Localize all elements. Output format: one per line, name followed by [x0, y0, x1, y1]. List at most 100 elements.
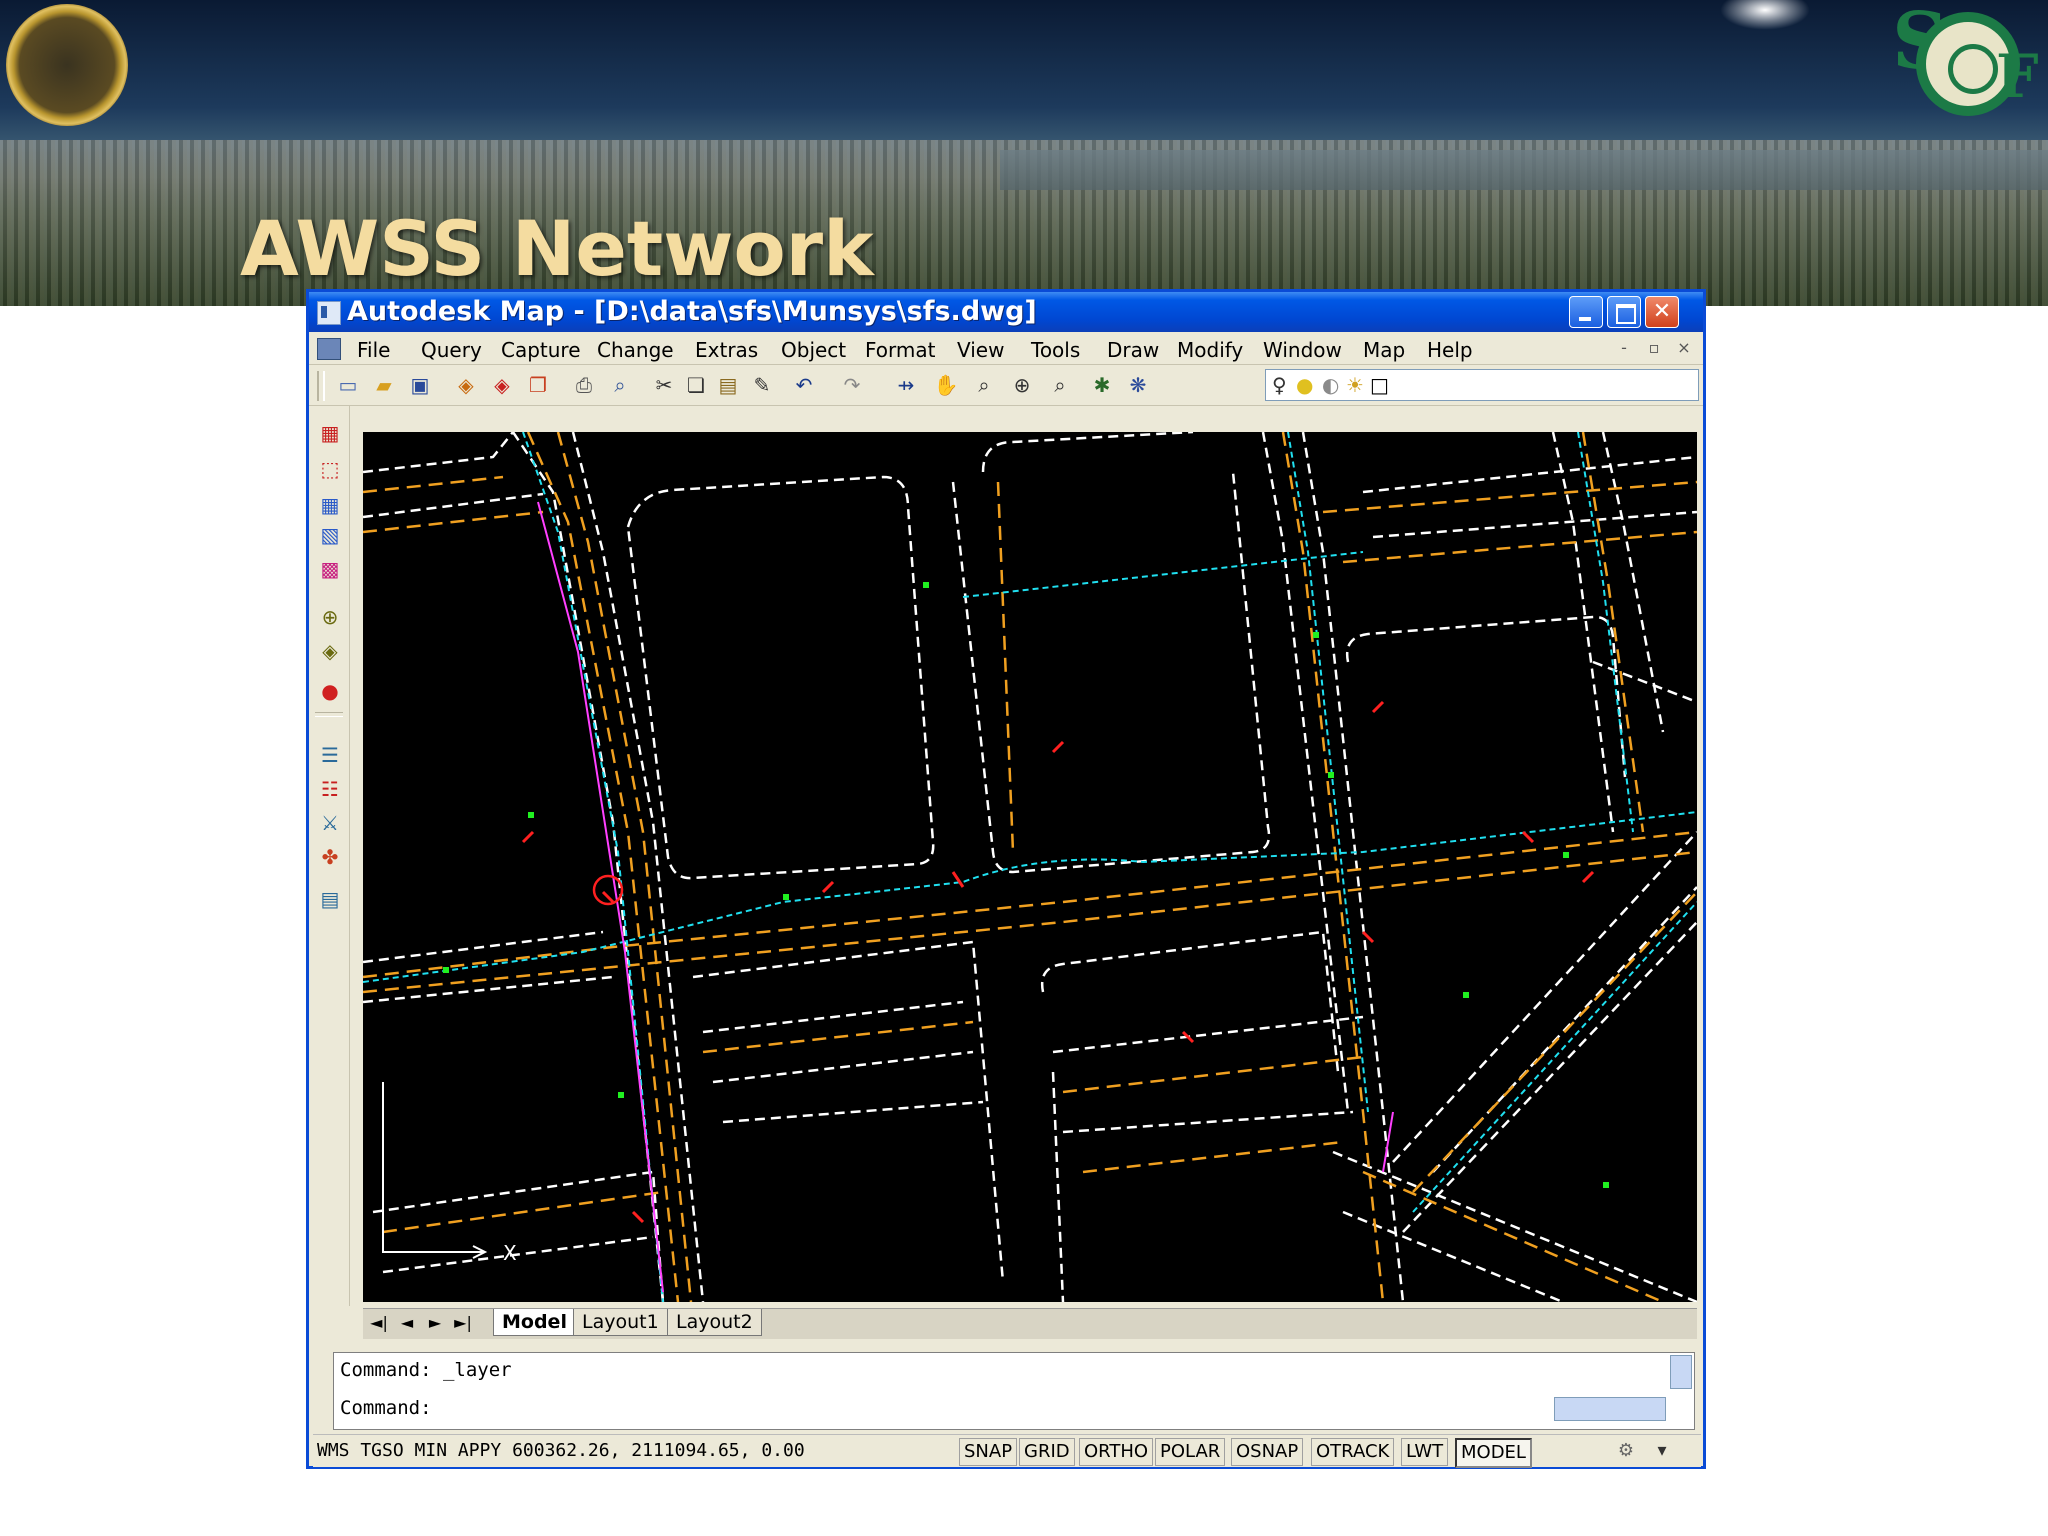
zoom-realtime-icon[interactable]: ✋ [933, 372, 959, 398]
properties-icon[interactable]: ✱ [1089, 372, 1115, 398]
redo-icon[interactable]: ↷ [839, 372, 865, 398]
select-icon[interactable]: ⬚ [317, 456, 343, 482]
tab-prev-button[interactable]: ◄ [395, 1311, 419, 1335]
menu-format[interactable]: Format [865, 338, 935, 362]
menu-capture[interactable]: Capture [501, 338, 581, 362]
sfpuc-seal-logo: S F [1892, 0, 2046, 128]
toolbar-grip[interactable] [317, 371, 325, 401]
minimize-icon [1579, 317, 1591, 321]
find-icon[interactable]: ⌕ [607, 372, 633, 398]
attach-icon[interactable]: ▧ [317, 522, 343, 548]
export-icon[interactable]: ▤ [317, 886, 343, 912]
document-icon[interactable] [317, 338, 341, 360]
status-bar: WMS TGSO MIN APPY 600362.26, 2111094.65,… [313, 1434, 1701, 1468]
grid-toggle[interactable]: GRID [1019, 1438, 1075, 1466]
slide-title: AWSS Network [240, 204, 874, 293]
lwt-toggle[interactable]: LWT [1401, 1438, 1449, 1466]
polar-toggle[interactable]: POLAR [1155, 1438, 1226, 1466]
title-bar[interactable]: Autodesk Map - [D:\data\sfs\Munsys\sfs.d… [309, 292, 1703, 332]
copy-icon[interactable]: ❏ [683, 372, 709, 398]
ucs-x-label: X [503, 1241, 517, 1265]
command-scrollbar[interactable] [1670, 1355, 1692, 1389]
osnap-toggle[interactable]: OSNAP [1231, 1438, 1304, 1466]
tab-layout2[interactable]: Layout2 [667, 1309, 762, 1336]
layer-freeze-icon: ● [1296, 373, 1314, 397]
menu-query[interactable]: Query [421, 338, 482, 362]
command-history-line: Command: _layer [340, 1359, 512, 1381]
menu-window[interactable]: Window [1263, 338, 1342, 362]
command-prompt[interactable]: Command: [340, 1397, 432, 1419]
zoom-extents-icon[interactable]: ⌕ [1047, 372, 1073, 398]
menu-object[interactable]: Object [781, 338, 846, 362]
menu-tools[interactable]: Tools [1031, 338, 1080, 362]
table-icon[interactable]: ☰ [317, 742, 343, 768]
status-menu-arrow-icon[interactable]: ▾ [1649, 1439, 1675, 1463]
print-icon[interactable]: ⎙ [571, 372, 597, 398]
menu-file[interactable]: File [357, 338, 390, 362]
layer-lock-icon: ◐ [1322, 373, 1340, 397]
menu-extras[interactable]: Extras [695, 338, 758, 362]
model-toggle[interactable]: MODEL [1455, 1438, 1532, 1468]
drawing-canvas[interactable]: X [363, 432, 1697, 1302]
tab-first-button[interactable]: ◄| [367, 1311, 391, 1335]
otrack-toggle[interactable]: OTRACK [1311, 1438, 1395, 1466]
map-icon[interactable]: ⚔ [317, 810, 343, 836]
map-drawing: X [363, 432, 1697, 1302]
tab-next-button[interactable]: ► [423, 1311, 447, 1335]
map-toolbar: ▦ ⬚ ▦ ▧ ▩ ⊕ ◈ ● ☰ ☷ ⚔ ✤ ▤ [309, 406, 350, 1306]
pan-icon[interactable]: ⇸ [893, 372, 919, 398]
toolbar-separator [315, 712, 343, 717]
menu-modify[interactable]: Modify [1177, 338, 1243, 362]
publish-icon[interactable]: ❐ [525, 372, 551, 398]
undo-icon[interactable]: ↶ [791, 372, 817, 398]
app-icon[interactable] [317, 301, 341, 325]
menu-draw[interactable]: Draw [1107, 338, 1159, 362]
zoom-previous-icon[interactable]: ⊕ [1009, 372, 1035, 398]
menu-map[interactable]: Map [1363, 338, 1405, 362]
save-icon[interactable]: ▣ [407, 372, 433, 398]
snap-toggle[interactable]: SNAP [959, 1438, 1018, 1466]
zoom-window-icon[interactable]: ⌕ [971, 372, 997, 398]
standard-toolbar: ▭ ▰ ▣ ◈ ◈ ❐ ⎙ ⌕ ✂ ❏ ▤ ✎ ↶ ↷ ⇸ ✋ ⌕ ⊕ ⌕ ✱ … [309, 365, 1703, 406]
window-title: Autodesk Map - [D:\data\sfs\Munsys\sfs.d… [347, 296, 1037, 327]
doc-restore-button[interactable]: ▫ [1643, 337, 1665, 359]
menu-view[interactable]: View [957, 338, 1004, 362]
plot-icon[interactable]: ◈ [453, 372, 479, 398]
communication-center-icon[interactable]: ⚙ [1613, 1439, 1639, 1463]
query-icon[interactable]: ▦ [317, 420, 343, 446]
autodesk-map-window: Autodesk Map - [D:\data\sfs\Munsys\sfs.d… [306, 289, 1706, 1469]
minimize-button[interactable] [1569, 296, 1603, 328]
sun-glare [1720, 0, 1810, 30]
doc-minimize-button[interactable]: - [1613, 337, 1635, 359]
new-icon[interactable]: ▭ [335, 372, 361, 398]
plot-preview-icon[interactable]: ◈ [489, 372, 515, 398]
ortho-toggle[interactable]: ORTHO [1079, 1438, 1154, 1466]
target-icon[interactable]: ◈ [317, 638, 343, 664]
menu-help[interactable]: Help [1427, 338, 1473, 362]
layer-control[interactable]: ♀ ● ◐ ☀ □ [1265, 369, 1699, 401]
match-properties-icon[interactable]: ✎ [749, 372, 775, 398]
maximize-button[interactable] [1607, 296, 1641, 328]
locate-icon[interactable]: ⊕ [317, 604, 343, 630]
design-center-icon[interactable]: ❋ [1125, 372, 1151, 398]
command-window[interactable]: Command: _layer Command: [333, 1352, 1695, 1430]
paste-icon[interactable]: ▤ [715, 372, 741, 398]
define-icon[interactable]: ▦ [317, 492, 343, 518]
menu-bar: File Query Capture Change Extras Object … [309, 332, 1703, 365]
layer-on-icon: ♀ [1272, 373, 1287, 397]
topology-icon[interactable]: ✤ [317, 844, 343, 870]
doc-close-button[interactable]: × [1673, 337, 1695, 359]
layer-color-icon: ☀ [1346, 373, 1364, 397]
tab-model[interactable]: Model [493, 1309, 576, 1336]
open-icon[interactable]: ▰ [371, 372, 397, 398]
tab-layout1[interactable]: Layout1 [573, 1309, 668, 1336]
menu-change[interactable]: Change [597, 338, 674, 362]
tab-last-button[interactable]: ►| [451, 1311, 475, 1335]
coordinate-readout: WMS TGSO MIN APPY 600362.26, 2111094.65,… [317, 1440, 805, 1461]
layer-icon[interactable]: ▩ [317, 556, 343, 582]
info-icon[interactable]: ● [317, 678, 343, 704]
close-button[interactable]: ✕ [1645, 296, 1679, 328]
link-icon[interactable]: ☷ [317, 776, 343, 802]
cut-icon[interactable]: ✂ [651, 372, 677, 398]
command-horizontal-scrollbar[interactable] [1554, 1397, 1666, 1421]
